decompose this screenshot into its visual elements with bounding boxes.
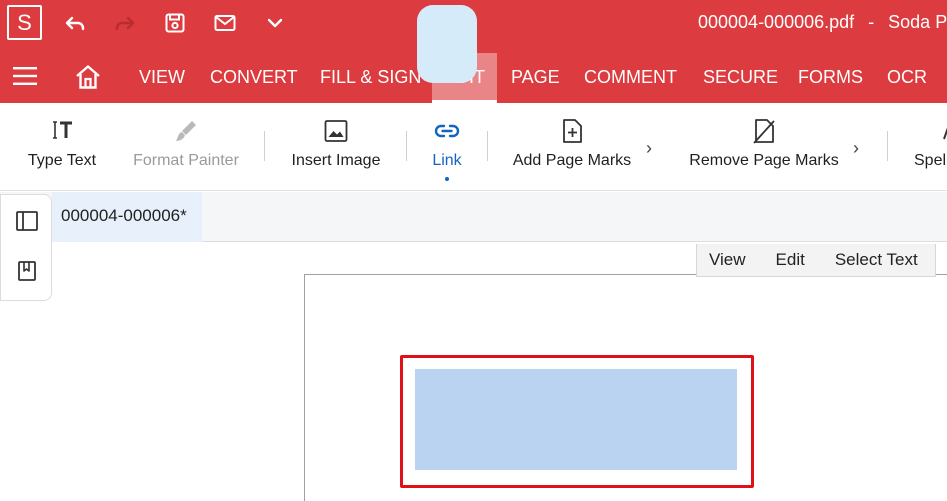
insert-image-label: Insert Image [291, 152, 381, 169]
tab-ocr[interactable]: OCR [887, 53, 927, 103]
app-name: Soda PD [888, 12, 947, 32]
spell-check-icon [943, 127, 947, 140]
redo-icon[interactable] [109, 7, 141, 39]
ribbon-divider [887, 131, 888, 161]
bookmark-icon[interactable] [15, 259, 39, 283]
side-toolbar [0, 194, 52, 301]
selection-highlight [400, 355, 754, 488]
app-logo[interactable]: S [7, 5, 42, 40]
spell-label: Spell [914, 152, 947, 169]
type-text-label: Type Text [27, 152, 97, 169]
save-icon[interactable] [159, 7, 191, 39]
remove-page-marks-chevron-icon[interactable]: › [853, 138, 859, 159]
add-page-marks-button[interactable]: Add Page Marks [508, 103, 636, 191]
mode-view-button[interactable]: View [709, 250, 746, 270]
link-active-highlight [417, 5, 477, 83]
link-icon [434, 124, 460, 138]
home-icon[interactable] [74, 63, 102, 91]
document-filename: 000004-000006.pdf [698, 12, 855, 32]
tab-view[interactable]: VIEW [139, 53, 185, 103]
document-tab[interactable]: 000004-000006* [52, 192, 202, 242]
type-text-icon [53, 121, 72, 139]
remove-page-marks-label: Remove Page Marks [689, 152, 839, 169]
chevron-down-icon[interactable] [259, 7, 291, 39]
insert-image-button[interactable]: Insert Image [284, 103, 388, 191]
spell-check-button[interactable]: Spell [914, 103, 947, 191]
remove-page-icon [753, 119, 775, 144]
paintbrush-icon [176, 121, 196, 141]
remove-page-marks-button[interactable]: Remove Page Marks [687, 103, 841, 191]
tab-secure[interactable]: SECURE [703, 53, 778, 103]
ribbon-divider [487, 131, 488, 161]
email-icon[interactable] [209, 7, 241, 39]
active-indicator-dot [445, 177, 449, 181]
mode-toolbar: View Edit Select Text [696, 244, 936, 277]
hamburger-icon[interactable] [12, 64, 38, 88]
ribbon-divider [406, 131, 407, 161]
add-page-icon [563, 119, 582, 143]
tab-fill-sign[interactable]: FILL & SIGN [320, 53, 421, 103]
link-label: Link [432, 152, 462, 169]
tab-forms[interactable]: FORMS [798, 53, 863, 103]
type-text-button[interactable]: Type Text [20, 103, 104, 191]
tab-convert[interactable]: CONVERT [210, 53, 298, 103]
title-separator: - [868, 12, 875, 32]
format-painter-label: Format Painter [133, 152, 239, 169]
add-page-marks-chevron-icon[interactable]: › [646, 138, 652, 159]
mode-edit-button[interactable]: Edit [776, 250, 805, 270]
mode-select-text-button[interactable]: Select Text [835, 250, 918, 270]
tab-page[interactable]: PAGE [511, 53, 560, 103]
add-page-marks-label: Add Page Marks [512, 152, 632, 169]
window-title: 000004-000006.pdf-Soda PD [698, 12, 947, 33]
ribbon-divider [264, 131, 265, 161]
sidebar-toggle-icon[interactable] [15, 209, 39, 233]
image-icon [324, 120, 348, 142]
undo-icon[interactable] [59, 7, 91, 39]
format-painter-button[interactable]: Format Painter [126, 103, 246, 191]
tab-comment[interactable]: COMMENT [584, 53, 677, 103]
